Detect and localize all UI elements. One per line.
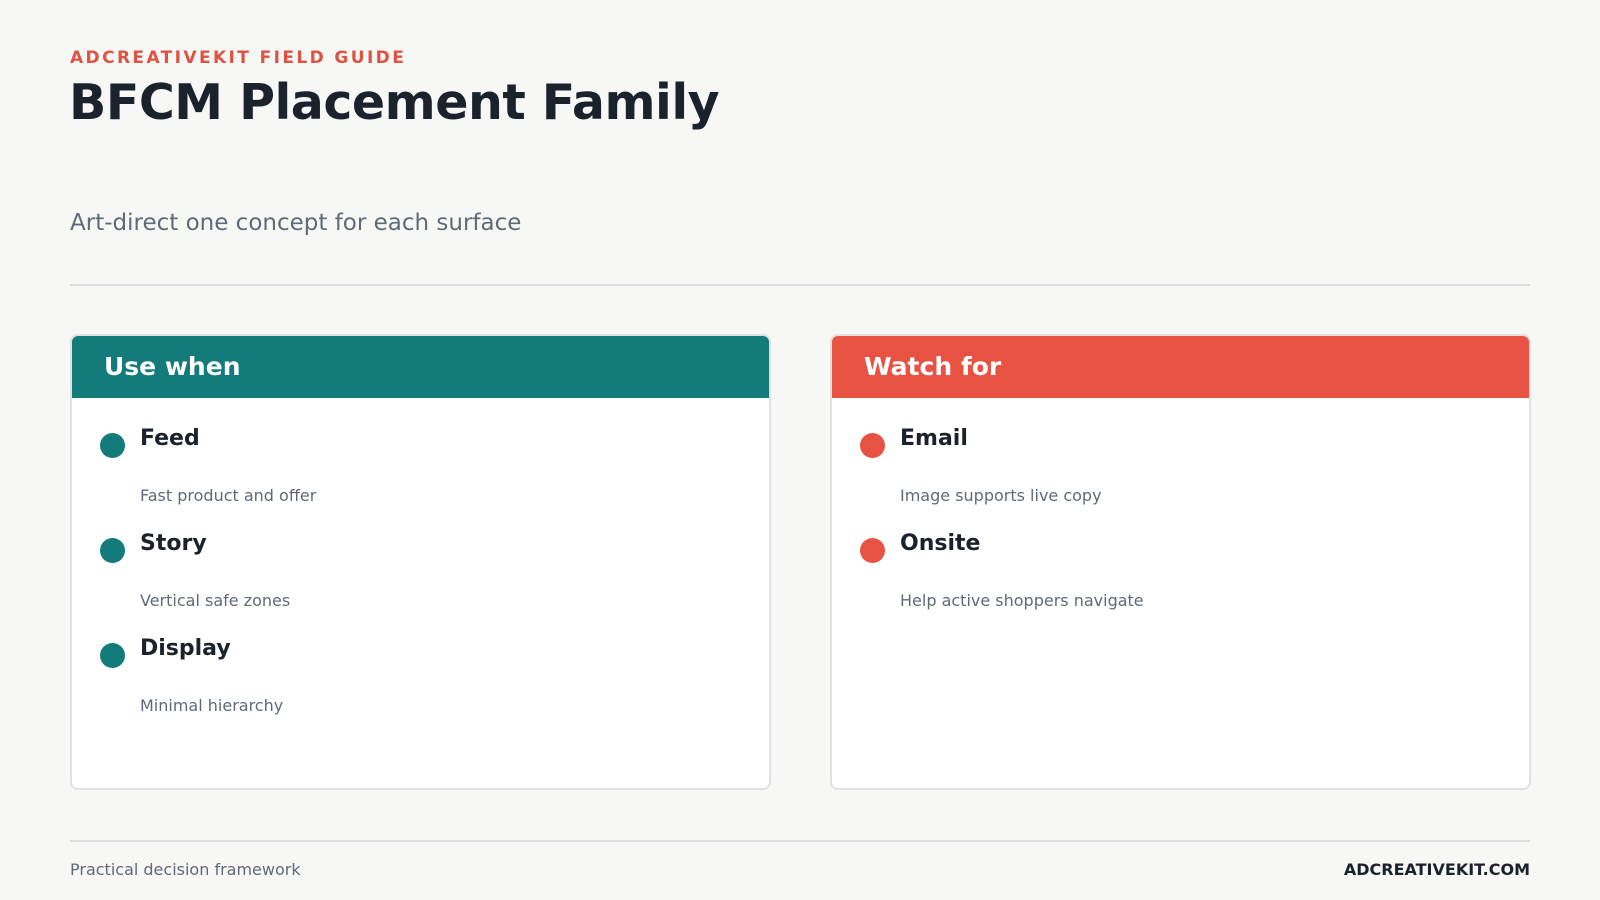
page-title: BFCM Placement Family — [69, 74, 720, 131]
item-label: Display — [140, 636, 231, 661]
list-item: Email Image supports live copy — [860, 398, 1529, 505]
item-description: Help active shoppers navigate — [900, 591, 1144, 610]
use-when-list: Feed Fast product and offer Story Vertic… — [72, 398, 769, 715]
use-when-heading: Use when — [72, 336, 769, 398]
watch-for-heading: Watch for — [832, 336, 1529, 398]
bullet-dot-icon — [100, 538, 125, 563]
bullet-dot-icon — [100, 643, 125, 668]
top-divider — [70, 284, 1530, 286]
use-when-card: Use when Feed Fast product and offer Sto… — [70, 334, 771, 790]
list-item: Feed Fast product and offer — [100, 398, 769, 505]
page-subtitle: Art-direct one concept for each surface — [70, 210, 522, 236]
eyebrow-label: ADCREATIVEKIT FIELD GUIDE — [70, 48, 407, 68]
item-label: Email — [900, 426, 968, 451]
list-item: Display Minimal hierarchy — [100, 608, 769, 715]
footer-tagline: Practical decision framework — [70, 860, 301, 879]
bullet-dot-icon — [860, 538, 885, 563]
watch-for-list: Email Image supports live copy Onsite He… — [832, 398, 1529, 610]
list-item: Onsite Help active shoppers navigate — [860, 503, 1529, 610]
item-label: Story — [140, 531, 207, 556]
item-label: Onsite — [900, 531, 981, 556]
item-label: Feed — [140, 426, 200, 451]
bottom-divider — [70, 840, 1530, 842]
list-item: Story Vertical safe zones — [100, 503, 769, 610]
item-description: Minimal hierarchy — [140, 696, 284, 715]
footer-brand-url: ADCREATIVEKIT.COM — [1343, 860, 1530, 879]
bullet-dot-icon — [100, 433, 125, 458]
bullet-dot-icon — [860, 433, 885, 458]
watch-for-card: Watch for Email Image supports live copy… — [830, 334, 1531, 790]
